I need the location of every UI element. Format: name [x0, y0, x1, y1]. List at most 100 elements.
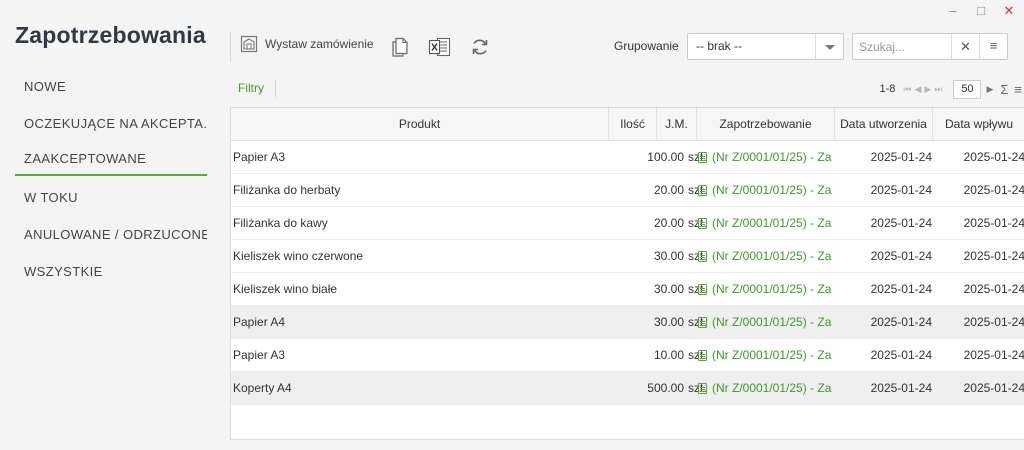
grid-menu-icon[interactable]: ≡ — [1014, 82, 1022, 97]
sidebar-item-oczekujace[interactable]: OCZEKUJĄCE NA AKCEPTA... — [15, 107, 207, 144]
sidebar: Zapotrzebowania NOWE OCZEKUJĄCE NA AKCEP… — [0, 0, 218, 450]
qty-cell: 10.00 — [653, 348, 684, 362]
search-box: ✕ ≡ — [852, 33, 1008, 60]
request-link[interactable]: (Nr Z/0001/01/25) - Za — [712, 141, 831, 173]
received-date-cell: 2025-01-24 — [963, 249, 1024, 263]
request-link-cell[interactable]: (Nr Z/0001/01/25) - Za — [698, 339, 834, 371]
request-link[interactable]: (Nr Z/0001/01/25) - Za — [712, 306, 831, 338]
chevron-down-icon[interactable] — [815, 34, 843, 59]
sidebar-item-anulowane[interactable]: ANULOWANE / ODRZUCONE — [15, 218, 207, 255]
issue-order-label: Wystaw zamówienie — [265, 37, 374, 51]
product-cell: Koperty A4 — [233, 381, 292, 395]
created-date-cell: 2025-01-24 — [870, 183, 932, 197]
filters-link[interactable]: Filtry — [238, 81, 264, 95]
request-link[interactable]: (Nr Z/0001/01/25) - Za — [712, 273, 831, 305]
table-header: Produkt Ilość J.M. Zapotrzebowanie Data … — [231, 108, 1024, 141]
request-link-cell[interactable]: (Nr Z/0001/01/25) - Za — [698, 141, 834, 173]
table-row[interactable]: Papier A3 100.00 szt. (Nr Z/0001/01/25) - Z… — [231, 141, 1024, 174]
table-row[interactable]: Filiżanka do herbaty 20.00 szt. (Nr Z/0001/… — [231, 174, 1024, 207]
excel-export-icon[interactable] — [428, 36, 452, 58]
minimize-button[interactable]: – — [946, 3, 960, 19]
close-button[interactable]: ✕ — [1002, 3, 1016, 19]
copy-document-icon[interactable] — [390, 36, 410, 58]
document-icon — [698, 184, 707, 196]
maximize-button[interactable]: □ — [974, 3, 988, 19]
sum-icon[interactable]: Σ — [1000, 82, 1008, 97]
qty-cell: 500.00 — [647, 381, 684, 395]
column-header-qty[interactable]: Ilość — [609, 108, 657, 141]
request-link-cell[interactable]: (Nr Z/0001/01/25) - Za — [698, 273, 834, 305]
product-cell: Filiżanka do herbaty — [233, 183, 341, 197]
toolbar-divider — [230, 32, 231, 62]
request-link-cell[interactable]: (Nr Z/0001/01/25) - Za — [698, 174, 834, 206]
warehouse-icon — [240, 35, 258, 53]
product-cell: Filiżanka do kawy — [233, 216, 328, 230]
sidebar-item-zaakceptowane[interactable]: ZAAKCEPTOWANE — [15, 144, 207, 176]
table-row[interactable]: Papier A4 30.00 szt. (Nr Z/0001/01/25) - Za… — [231, 306, 1024, 339]
pager: 1-8 ⏮◀▶⏭ 50 ▶ Σ ≡ — [879, 78, 1024, 100]
column-header-received[interactable]: Data wpływu — [933, 108, 1024, 141]
status-nav: NOWE OCZEKUJĄCE NA AKCEPTA... ZAAKCEPTOW… — [15, 70, 207, 292]
sidebar-item-nowe[interactable]: NOWE — [15, 70, 207, 107]
received-date-cell: 2025-01-24 — [963, 315, 1024, 329]
received-date-cell: 2025-01-24 — [963, 282, 1024, 296]
document-icon — [698, 217, 707, 229]
created-date-cell: 2025-01-24 — [870, 348, 932, 362]
column-header-product[interactable]: Produkt — [231, 108, 609, 141]
table-row[interactable]: Kieliszek wino czerwone 30.00 szt. (Nr Z/00… — [231, 240, 1024, 273]
product-cell: Papier A3 — [233, 348, 286, 362]
received-date-cell: 2025-01-24 — [963, 183, 1024, 197]
table-row[interactable]: Kieliszek wino białe 30.00 szt. (Nr Z/0001/… — [231, 273, 1024, 306]
received-date-cell: 2025-01-24 — [963, 348, 1024, 362]
request-link-cell[interactable]: (Nr Z/0001/01/25) - Za — [698, 240, 834, 272]
document-icon — [698, 382, 707, 394]
product-cell: Kieliszek wino czerwone — [233, 249, 364, 263]
qty-cell: 20.00 — [653, 216, 684, 230]
request-link-cell[interactable]: (Nr Z/0001/01/25) - Za — [698, 306, 834, 338]
table-row[interactable]: Papier A3 10.00 szt. (Nr Z/0001/01/25) - Za… — [231, 339, 1024, 372]
clear-search-icon[interactable]: ✕ — [951, 34, 979, 59]
request-link[interactable]: (Nr Z/0001/01/25) - Za — [712, 339, 831, 371]
qty-cell: 30.00 — [653, 249, 684, 263]
issue-order-button[interactable]: Wystaw zamówienie — [239, 34, 374, 54]
page-size-arrow-icon[interactable]: ▶ — [986, 84, 993, 95]
table-row[interactable]: Filiżanka do kawy 20.00 szt. (Nr Z/0001/01/… — [231, 207, 1024, 240]
qty-cell: 30.00 — [653, 315, 684, 329]
created-date-cell: 2025-01-24 — [870, 381, 932, 395]
received-date-cell: 2025-01-24 — [963, 381, 1024, 395]
created-date-cell: 2025-01-24 — [870, 216, 932, 230]
page-title: Zapotrzebowania — [15, 22, 206, 48]
product-cell: Kieliszek wino białe — [233, 282, 338, 296]
document-icon — [698, 250, 707, 262]
request-link[interactable]: (Nr Z/0001/01/25) - Za — [712, 207, 831, 239]
pager-nav-icons[interactable]: ⏮◀▶⏭ — [903, 84, 945, 95]
document-icon — [698, 151, 707, 163]
table-row[interactable]: Koperty A4 500.00 szt. (Nr Z/0001/01/25) - … — [231, 372, 1024, 405]
created-date-cell: 2025-01-24 — [870, 315, 932, 329]
request-link-cell[interactable]: (Nr Z/0001/01/25) - Za — [698, 372, 834, 404]
search-input[interactable] — [853, 34, 951, 59]
page-size-input[interactable]: 50 — [953, 79, 982, 99]
grouping-value: -- brak -- — [696, 39, 742, 53]
toolbar: Wystaw zamówienie Grupowanie -- brak -- … — [230, 30, 1024, 64]
column-header-request[interactable]: Zapotrzebowanie — [697, 108, 835, 141]
request-link[interactable]: (Nr Z/0001/01/25) - Za — [712, 174, 831, 206]
received-date-cell: 2025-01-24 — [963, 150, 1024, 164]
request-link[interactable]: (Nr Z/0001/01/25) - Za — [712, 240, 831, 272]
sidebar-item-wszystkie[interactable]: WSZYSTKIE — [15, 255, 207, 292]
requests-table: Produkt Ilość J.M. Zapotrzebowanie Data … — [230, 107, 1024, 440]
request-link-cell[interactable]: (Nr Z/0001/01/25) - Za — [698, 207, 834, 239]
created-date-cell: 2025-01-24 — [870, 150, 932, 164]
window-controls: – □ ✕ — [946, 3, 1016, 19]
record-range: 1-8 — [879, 83, 896, 95]
sidebar-item-w-toku[interactable]: W TOKU — [15, 181, 207, 218]
received-date-cell: 2025-01-24 — [963, 216, 1024, 230]
created-date-cell: 2025-01-24 — [870, 282, 932, 296]
product-cell: Papier A3 — [233, 150, 286, 164]
refresh-icon[interactable] — [470, 37, 490, 57]
grouping-select[interactable]: -- brak -- — [687, 33, 844, 60]
search-menu-icon[interactable]: ≡ — [979, 34, 1007, 59]
column-header-unit[interactable]: J.M. — [657, 108, 697, 141]
request-link[interactable]: (Nr Z/0001/01/25) - Za — [712, 372, 831, 404]
column-header-created[interactable]: Data utworzenia — [835, 108, 933, 141]
